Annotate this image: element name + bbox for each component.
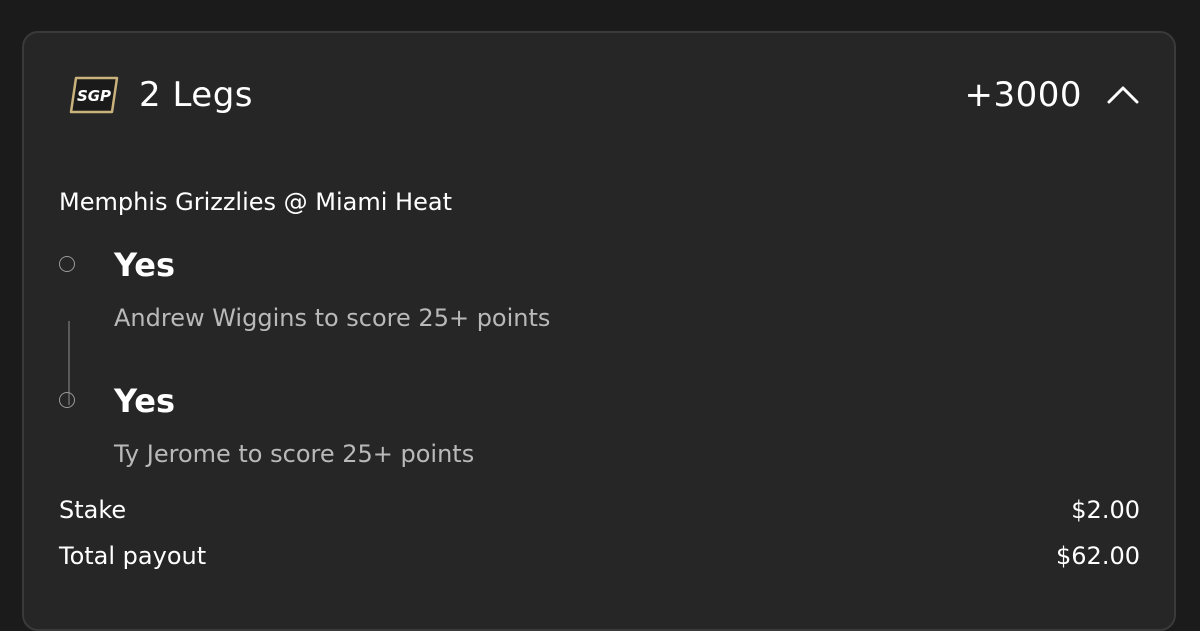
stake-label: Stake — [59, 496, 127, 524]
leg-description: Andrew Wiggins to score 25+ points — [114, 304, 551, 332]
payout-value: $62.00 — [1056, 542, 1140, 570]
stake-value: $2.00 — [1071, 496, 1140, 524]
sgp-badge-label: SGP — [77, 87, 111, 105]
event-matchup: Memphis Grizzlies @ Miami Heat — [59, 188, 452, 216]
bet-card: SGP 2 Legs +3000 Memphis Grizzlies @ Mia… — [22, 31, 1176, 631]
stake-row: Stake $2.00 — [59, 496, 1140, 524]
bet-header[interactable]: SGP 2 Legs +3000 — [69, 73, 1140, 117]
bet-odds: +3000 — [964, 75, 1082, 115]
bet-title: 2 Legs — [139, 75, 253, 115]
bet-header-right: +3000 — [964, 75, 1140, 115]
leg-selection: Yes — [114, 382, 175, 420]
leg-status-icon — [59, 392, 75, 408]
sgp-badge-icon: SGP — [69, 76, 119, 114]
bet-header-left: SGP 2 Legs — [69, 75, 253, 115]
leg-status-icon — [59, 256, 75, 272]
leg-description: Ty Jerome to score 25+ points — [114, 440, 475, 468]
leg-selection: Yes — [114, 246, 175, 284]
payout-row: Total payout $62.00 — [59, 542, 1140, 570]
payout-label: Total payout — [59, 542, 207, 570]
chevron-up-icon[interactable] — [1106, 84, 1140, 106]
